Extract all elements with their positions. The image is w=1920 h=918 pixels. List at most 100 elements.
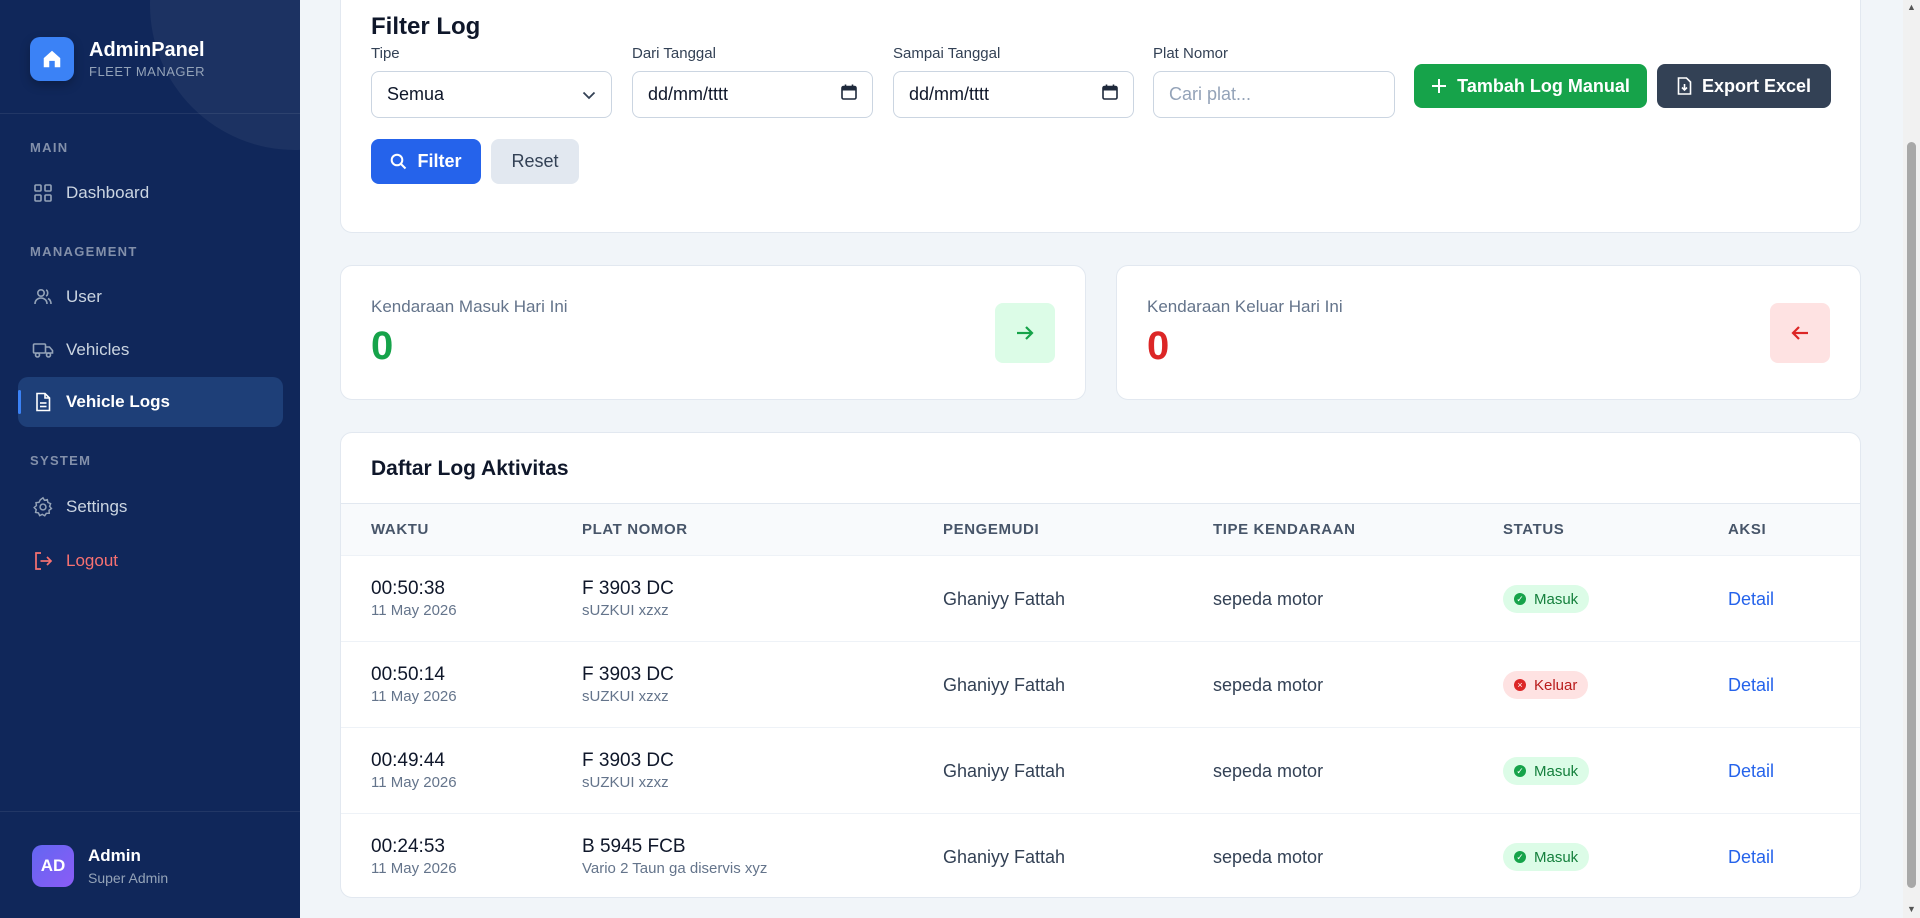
- calendar-icon[interactable]: [841, 84, 857, 105]
- plate-search-placeholder: Cari plat...: [1169, 84, 1252, 104]
- sidebar-item-settings[interactable]: Settings: [18, 482, 283, 532]
- to-date-label: Sampai Tanggal: [893, 45, 1001, 62]
- from-date-label: Dari Tanggal: [632, 45, 716, 62]
- from-date-value: dd/mm/tttt: [648, 84, 729, 104]
- scroll-thumb[interactable]: [1907, 142, 1916, 888]
- sidebar: AdminPanel FLEET MANAGER MAIN Dashboard …: [0, 0, 300, 918]
- sidebar-item-vehicle-logs[interactable]: Vehicle Logs: [18, 377, 283, 427]
- from-date-input[interactable]: dd/mm/tttt: [632, 71, 873, 118]
- stat-out-value: 0: [1147, 324, 1170, 368]
- sidebar-item-user[interactable]: User: [18, 272, 283, 322]
- document-icon: [32, 391, 54, 413]
- check-circle-icon: ✓: [1514, 851, 1526, 863]
- sidebar-item-label: Dashboard: [66, 183, 150, 202]
- brand[interactable]: AdminPanel FLEET MANAGER: [30, 37, 205, 81]
- brand-title: AdminPanel: [89, 38, 205, 61]
- column-header[interactable]: TIPE KENDARAAN: [1213, 504, 1356, 556]
- calendar-icon[interactable]: [1102, 84, 1118, 105]
- stat-card-out: Kendaraan Keluar Hari Ini 0: [1116, 265, 1861, 400]
- type-select[interactable]: Semua: [371, 71, 612, 118]
- arrow-right-icon: [995, 303, 1055, 363]
- reset-button[interactable]: Reset: [491, 139, 579, 184]
- status-badge: ✓ Masuk: [1503, 585, 1590, 613]
- sidebar-divider: [0, 113, 300, 114]
- vehicle-note: sUZKUI xzxz: [582, 688, 669, 705]
- filter-button-label: Filter: [417, 151, 462, 171]
- sidebar-item-dashboard[interactable]: Dashboard: [18, 168, 283, 218]
- avatar: AD: [32, 845, 74, 887]
- check-circle-icon: ✓: [1514, 765, 1526, 777]
- users-icon: [32, 286, 54, 308]
- user-role: Super Admin: [88, 869, 169, 886]
- column-header[interactable]: PENGEMUDI: [943, 504, 1039, 556]
- detail-link[interactable]: Detail: [1728, 761, 1774, 782]
- plate-number: F 3903 DC: [582, 750, 674, 771]
- sidebar-item-label: User: [66, 287, 102, 306]
- type-select-value: Semua: [387, 84, 445, 104]
- sidebar-divider: [0, 811, 300, 812]
- log-time: 00:49:44: [371, 750, 445, 771]
- home-icon: [30, 37, 74, 81]
- scroll-up-icon[interactable]: ▲: [1907, 3, 1916, 12]
- detail-link[interactable]: Detail: [1728, 675, 1774, 696]
- user-name: Admin: [88, 845, 141, 865]
- add-manual-log-label: Tambah Log Manual: [1457, 75, 1630, 96]
- to-date-input[interactable]: dd/mm/tttt: [893, 71, 1134, 118]
- plate-number: F 3903 DC: [582, 664, 674, 685]
- stat-out-label: Kendaraan Keluar Hari Ini: [1147, 297, 1343, 316]
- column-header[interactable]: AKSI: [1728, 504, 1766, 556]
- sidebar-item-logout[interactable]: Logout: [18, 536, 283, 586]
- page-scrollbar[interactable]: ▲ ▼: [1903, 0, 1920, 918]
- plus-icon: [1431, 78, 1447, 94]
- activity-log-card: Daftar Log Aktivitas WAKTU PLAT NOMOR PE…: [340, 432, 1861, 898]
- status-text: Masuk: [1534, 848, 1579, 866]
- vehicle-note: Vario 2 Taun ga diservis xyz: [582, 860, 768, 877]
- vehicle-type: sepeda motor: [1213, 588, 1324, 609]
- plate-search-input[interactable]: Cari plat...: [1153, 71, 1395, 118]
- sidebar-item-vehicles[interactable]: Vehicles: [18, 325, 283, 375]
- detail-link[interactable]: Detail: [1728, 847, 1774, 868]
- check-circle-icon: ✓: [1514, 593, 1526, 605]
- driver-name: Ghaniyy Fattah: [943, 846, 1066, 867]
- export-excel-label: Export Excel: [1701, 75, 1812, 96]
- status-text: Masuk: [1534, 762, 1579, 780]
- column-header[interactable]: STATUS: [1503, 504, 1564, 556]
- filter-title: Filter Log: [371, 13, 481, 40]
- export-excel-button[interactable]: Export Excel: [1657, 64, 1831, 108]
- log-time: 00:50:14: [371, 664, 445, 685]
- filter-button[interactable]: Filter: [371, 139, 481, 184]
- table-row: 00:49:44 11 May 2026 F 3903 DC sUZKUI xzxz…: [341, 727, 1860, 813]
- table-row: 00:50:14 11 May 2026 F 3903 DC sUZKUI xzxz…: [341, 641, 1860, 727]
- sidebar-item-label: Vehicles: [66, 340, 130, 359]
- arrow-left-icon: [1770, 303, 1830, 363]
- column-header[interactable]: PLAT NOMOR: [582, 504, 688, 556]
- status-badge: ✓ Masuk: [1503, 843, 1590, 871]
- status-text: Masuk: [1534, 590, 1579, 608]
- vehicle-note: sUZKUI xzxz: [582, 774, 669, 791]
- filter-card: Filter Log Tipe Semua Dari Tanggal dd/mm…: [340, 0, 1861, 233]
- vehicle-type: sepeda motor: [1213, 674, 1324, 695]
- status-badge: ✓ Masuk: [1503, 757, 1590, 785]
- section-label-management: MANAGEMENT: [30, 244, 138, 259]
- table-header: WAKTU PLAT NOMOR PENGEMUDI TIPE KENDARAA…: [341, 503, 1860, 556]
- vehicle-type: sepeda motor: [1213, 846, 1324, 867]
- scroll-down-icon[interactable]: ▼: [1907, 905, 1916, 914]
- plate-number: B 5945 FCB: [582, 836, 686, 857]
- x-circle-icon: ×: [1514, 679, 1526, 691]
- table-row: 00:24:53 11 May 2026 B 5945 FCB Vario 2 Ta…: [341, 813, 1860, 897]
- gear-icon: [32, 496, 54, 518]
- file-download-icon: [1677, 77, 1692, 95]
- add-manual-log-button[interactable]: Tambah Log Manual: [1414, 64, 1647, 108]
- section-label-system: SYSTEM: [30, 453, 92, 468]
- driver-name: Ghaniyy Fattah: [943, 674, 1066, 695]
- detail-link[interactable]: Detail: [1728, 589, 1774, 610]
- plate-label: Plat Nomor: [1153, 45, 1229, 62]
- brand-subtitle: FLEET MANAGER: [89, 63, 206, 79]
- chevron-down-icon: [582, 84, 596, 105]
- to-date-value: dd/mm/tttt: [909, 84, 990, 104]
- vehicle-type: sepeda motor: [1213, 760, 1324, 781]
- stat-card-in: Kendaraan Masuk Hari Ini 0: [340, 265, 1086, 400]
- user-profile[interactable]: AD Admin Super Admin: [32, 845, 168, 887]
- vehicle-note: sUZKUI xzxz: [582, 602, 669, 619]
- column-header[interactable]: WAKTU: [371, 504, 429, 556]
